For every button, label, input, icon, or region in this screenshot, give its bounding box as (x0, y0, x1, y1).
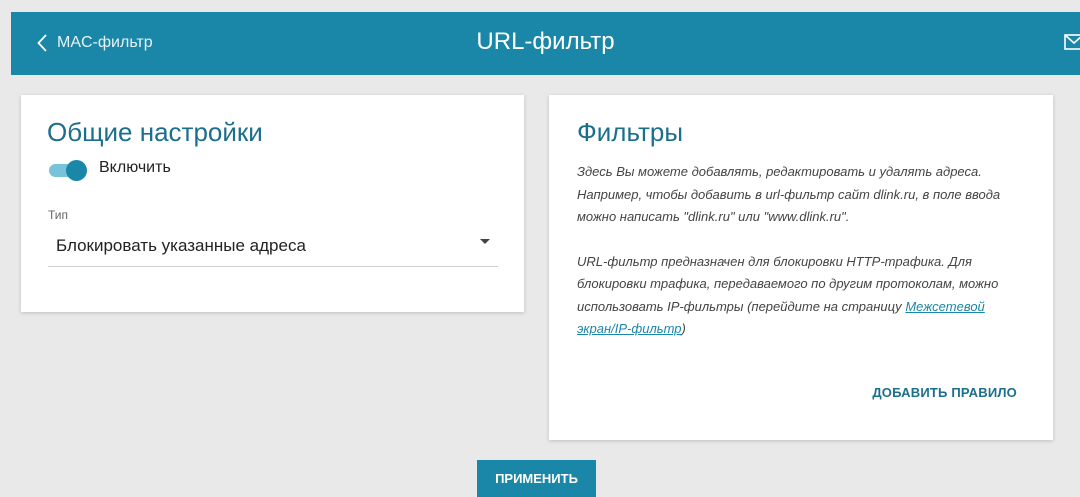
add-rule-button[interactable]: ДОБАВИТЬ ПРАВИЛО (872, 385, 1017, 400)
description-paragraph-2: URL-фильтр предназначен для блокировки H… (577, 251, 1027, 341)
description-paragraph-2-end: ) (681, 321, 686, 336)
apply-button[interactable]: ПРИМЕНИТЬ (477, 460, 596, 497)
description-paragraph-1: Здесь Вы можете добавлять, редактировать… (577, 164, 1001, 224)
type-select[interactable]: Блокировать указанные адреса (48, 227, 498, 267)
envelope-icon[interactable] (1064, 34, 1080, 55)
top-bar: MAC-фильтр URL-фильтр (11, 12, 1080, 75)
enable-toggle-label: Включить (99, 159, 171, 176)
general-settings-card: Общие настройки Включить Тип Блокировать… (21, 95, 524, 312)
type-select-value: Блокировать указанные адреса (56, 236, 306, 255)
general-settings-title: Общие настройки (47, 117, 263, 147)
filters-description: Здесь Вы можете добавлять, редактировать… (577, 161, 1027, 341)
toggle-knob (66, 160, 87, 181)
filters-card: Фильтры Здесь Вы можете добавлять, редак… (549, 95, 1053, 440)
type-label: Тип (48, 208, 69, 222)
filters-title: Фильтры (577, 117, 684, 147)
caret-down-icon (480, 239, 490, 244)
page-title: URL-фильтр (476, 28, 615, 55)
enable-toggle[interactable] (47, 159, 87, 181)
